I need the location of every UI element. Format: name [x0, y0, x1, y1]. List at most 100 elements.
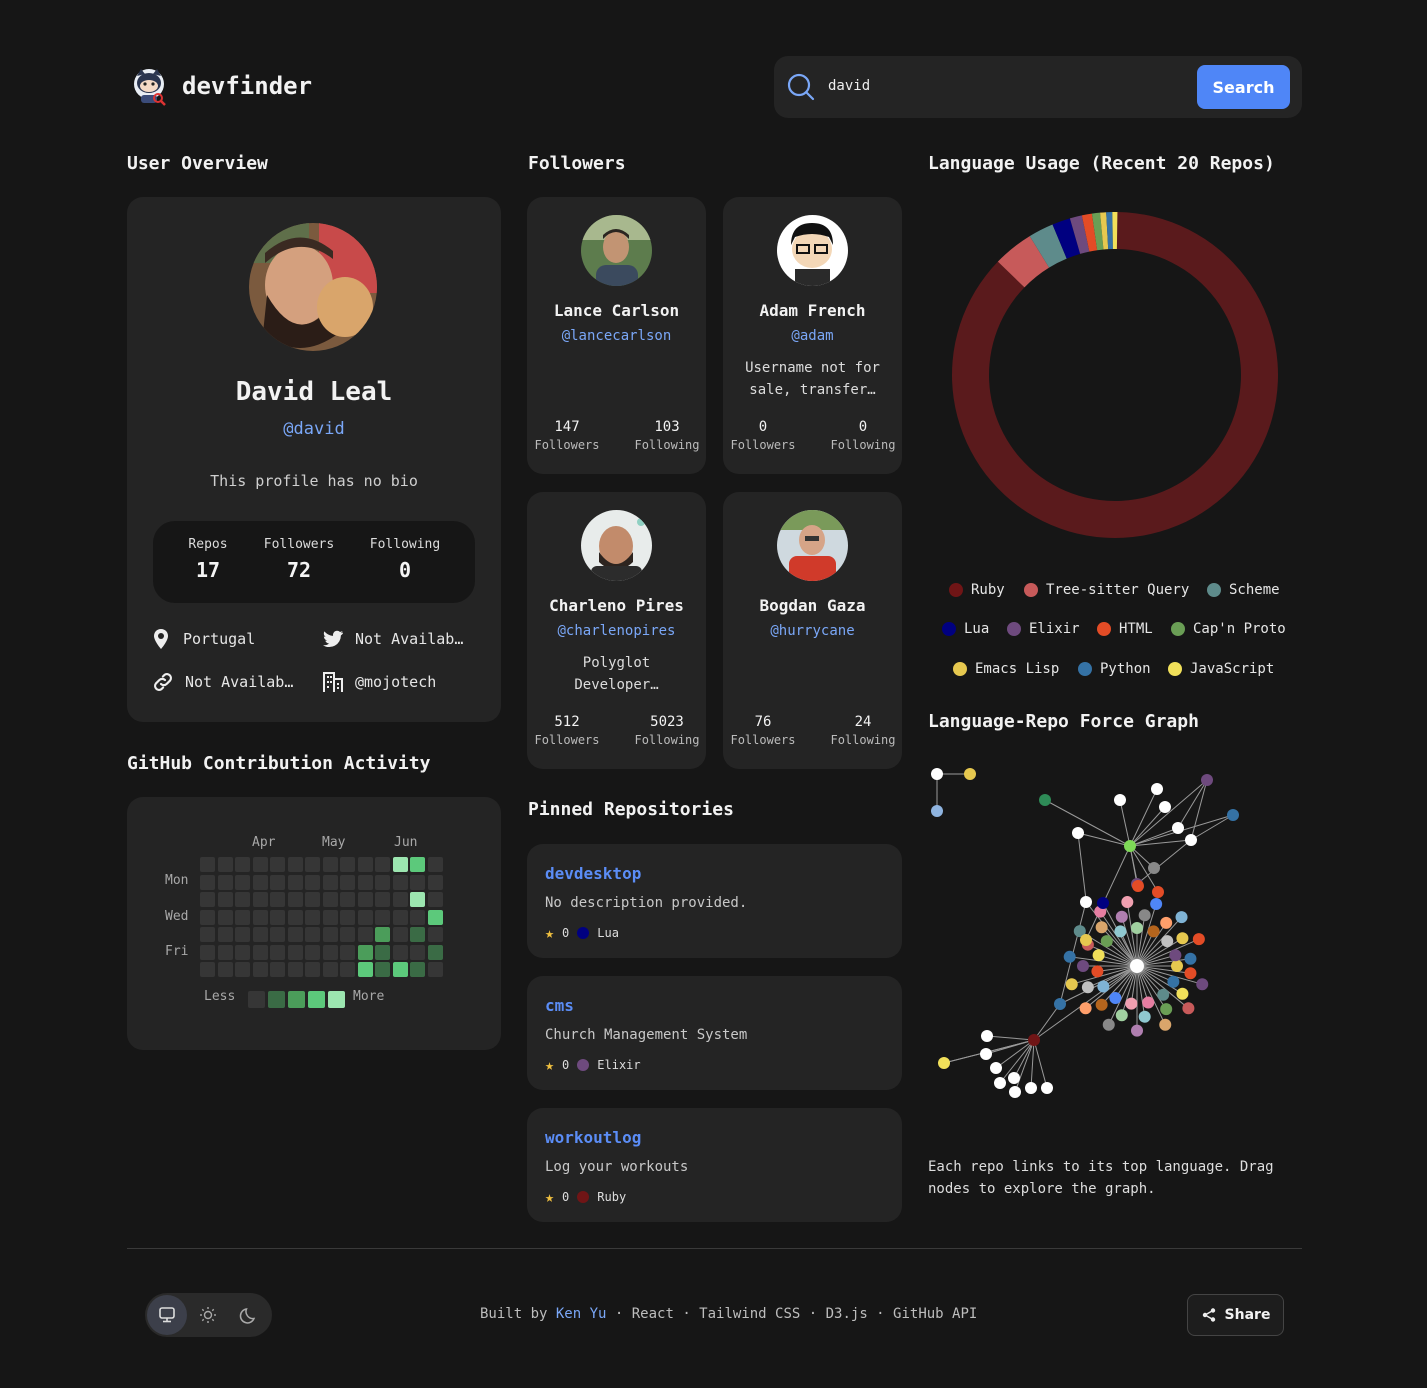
graph-node[interactable]: [1080, 896, 1092, 908]
graph-node[interactable]: [981, 1030, 993, 1042]
graph-node[interactable]: [1041, 1082, 1053, 1094]
graph-node[interactable]: [1196, 978, 1209, 991]
donut-slice[interactable]: [1112, 212, 1118, 250]
graph-node[interactable]: [1121, 896, 1134, 909]
repo-name[interactable]: devdesktop: [545, 864, 641, 883]
follower-handle[interactable]: @adam: [723, 328, 902, 344]
follower-handle[interactable]: @lancecarlson: [527, 328, 706, 344]
dark-theme-button[interactable]: [229, 1295, 269, 1335]
graph-node[interactable]: [1109, 991, 1122, 1004]
user-twitter[interactable]: Not Availab…: [321, 627, 463, 651]
graph-node[interactable]: [1097, 897, 1109, 909]
graph-node[interactable]: [994, 1077, 1006, 1089]
graph-node[interactable]: [1148, 862, 1160, 874]
graph-node[interactable]: [1176, 932, 1189, 945]
graph-node[interactable]: [990, 1062, 1002, 1074]
repo-name[interactable]: workoutlog: [545, 1128, 641, 1147]
follower-card[interactable]: Lance Carlson @lancecarlson 147 Followers…: [527, 197, 706, 474]
graph-node[interactable]: [1184, 967, 1197, 980]
graph-node[interactable]: [1097, 980, 1110, 993]
graph-node[interactable]: [1092, 949, 1105, 962]
graph-node[interactable]: [1192, 933, 1205, 946]
graph-node[interactable]: [1115, 910, 1128, 923]
repo-card[interactable]: devdesktop No description provided. ★ 0 …: [527, 844, 902, 958]
graph-node[interactable]: [938, 1057, 950, 1069]
graph-node[interactable]: [1130, 959, 1144, 973]
graph-node[interactable]: [1025, 1082, 1037, 1094]
author-link[interactable]: Ken Yu: [556, 1306, 607, 1322]
graph-node[interactable]: [1151, 783, 1163, 795]
graph-node[interactable]: [1124, 840, 1136, 852]
graph-node[interactable]: [1095, 998, 1108, 1011]
graph-node[interactable]: [1009, 1086, 1021, 1098]
graph-node[interactable]: [1157, 988, 1170, 1001]
graph-node[interactable]: [1114, 794, 1126, 806]
graph-node[interactable]: [931, 805, 943, 817]
graph-node[interactable]: [1028, 1034, 1040, 1046]
graph-node[interactable]: [1077, 960, 1089, 972]
graph-node[interactable]: [1132, 880, 1144, 892]
graph-node[interactable]: [1147, 925, 1160, 938]
graph-node[interactable]: [1054, 998, 1066, 1010]
graph-node[interactable]: [1142, 996, 1155, 1009]
graph-node[interactable]: [1131, 922, 1143, 934]
graph-node[interactable]: [1175, 911, 1188, 924]
follower-card[interactable]: Bogdan Gaza @hurrycane 76 Followers 24 Fol…: [723, 492, 902, 769]
graph-node[interactable]: [1201, 774, 1213, 786]
graph-node[interactable]: [1138, 1010, 1151, 1023]
graph-node[interactable]: [1091, 965, 1104, 978]
graph-node[interactable]: [1169, 949, 1182, 962]
user-blog[interactable]: Not Availab…: [151, 670, 293, 694]
graph-node[interactable]: [964, 768, 976, 780]
follower-card[interactable]: Charleno Pires @charlenopires Polyglot D…: [527, 492, 706, 769]
graph-node[interactable]: [1159, 1018, 1172, 1031]
graph-node[interactable]: [1184, 952, 1197, 965]
search-button[interactable]: Search: [1197, 65, 1290, 109]
repo-name[interactable]: cms: [545, 996, 574, 1015]
force-graph[interactable]: [928, 760, 1298, 1105]
graph-node[interactable]: [1152, 886, 1164, 898]
user-handle[interactable]: @david: [127, 419, 501, 439]
graph-node[interactable]: [1081, 981, 1094, 994]
graph-node[interactable]: [1100, 935, 1113, 948]
graph-node[interactable]: [1102, 1018, 1115, 1031]
share-button[interactable]: Share: [1187, 1294, 1284, 1336]
graph-node[interactable]: [1125, 997, 1138, 1010]
graph-node[interactable]: [1072, 827, 1084, 839]
graph-node[interactable]: [1182, 1002, 1195, 1015]
graph-node[interactable]: [1150, 898, 1163, 911]
system-theme-button[interactable]: [147, 1295, 187, 1335]
graph-node[interactable]: [1160, 916, 1173, 929]
graph-node[interactable]: [1172, 822, 1184, 834]
graph-node[interactable]: [1227, 809, 1239, 821]
follower-card[interactable]: Adam French @adam Username not for sale,…: [723, 197, 902, 474]
graph-node[interactable]: [1160, 1003, 1173, 1016]
graph-node[interactable]: [1065, 978, 1078, 991]
graph-node[interactable]: [1079, 1002, 1092, 1015]
graph-node[interactable]: [931, 768, 943, 780]
graph-node[interactable]: [1039, 794, 1051, 806]
app-logo[interactable]: devfinder: [132, 66, 312, 106]
search-input[interactable]: david: [828, 78, 870, 94]
graph-node[interactable]: [1161, 935, 1174, 948]
graph-node[interactable]: [980, 1048, 992, 1060]
graph-node[interactable]: [1114, 925, 1127, 938]
graph-node[interactable]: [1167, 975, 1180, 988]
graph-node[interactable]: [1115, 1009, 1128, 1022]
graph-node[interactable]: [1063, 950, 1076, 963]
legend-item: Emacs Lisp: [953, 661, 1059, 677]
graph-node[interactable]: [1080, 934, 1092, 946]
graph-node[interactable]: [1159, 801, 1171, 813]
light-theme-button[interactable]: [188, 1295, 228, 1335]
graph-node[interactable]: [1008, 1072, 1020, 1084]
follower-handle[interactable]: @hurrycane: [723, 623, 902, 639]
graph-node[interactable]: [1171, 960, 1183, 972]
repo-card[interactable]: cms Church Management System ★ 0 Elixir: [527, 976, 902, 1090]
follower-handle[interactable]: @charlenopires: [527, 623, 706, 639]
repo-card[interactable]: workoutlog Log your workouts ★ 0 Ruby: [527, 1108, 902, 1222]
graph-node[interactable]: [1185, 834, 1197, 846]
graph-node[interactable]: [1176, 987, 1189, 1000]
graph-node[interactable]: [1138, 909, 1151, 922]
graph-node[interactable]: [1131, 1024, 1143, 1037]
graph-node[interactable]: [1095, 921, 1108, 934]
